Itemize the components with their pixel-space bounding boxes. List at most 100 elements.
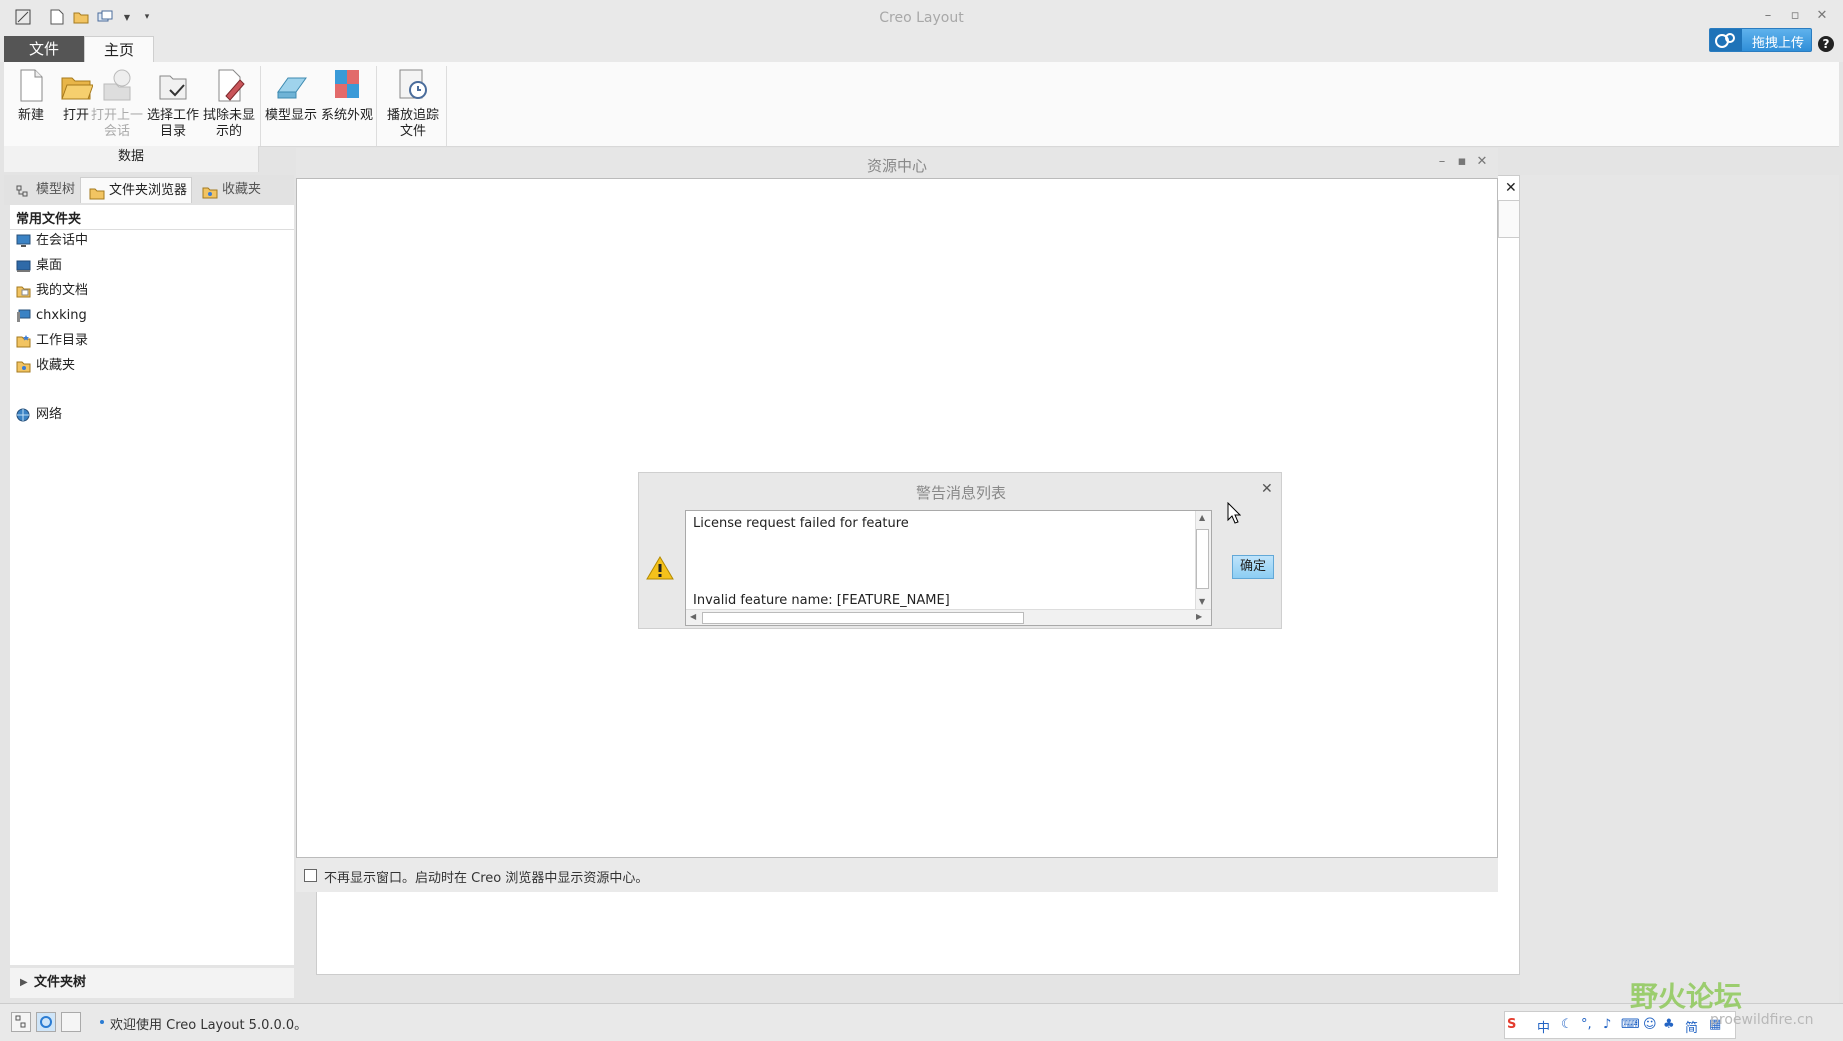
warning-dialog-title: 警告消息列表 [915, 484, 1006, 502]
play-trail-file-button[interactable]: 播放追踪文件 [386, 66, 440, 140]
monitor-icon [16, 234, 31, 248]
ribbon-group-label: 数据 [4, 146, 259, 172]
horizontal-scrollbar[interactable]: ◀ ▶ [686, 609, 1211, 625]
vertical-scrollbar[interactable]: ▲ ▼ [1195, 511, 1211, 611]
punctuation-icon[interactable]: °, [1581, 1017, 1592, 1032]
close-icon[interactable]: ✕ [1472, 154, 1492, 172]
work-dir-icon [156, 66, 190, 104]
warning-message-line: License request failed for feature [693, 516, 909, 531]
folder-item-favorites[interactable]: 收藏夹 [16, 355, 75, 377]
resource-center-titlebar: 资源中心 – ▪ ✕ [296, 148, 1498, 178]
erase-not-displayed-button[interactable]: 拭除未显示的 [202, 66, 256, 140]
skin-icon[interactable]: ☺ [1643, 1017, 1657, 1032]
tab-folder-browser[interactable]: 文件夹浏览器 [80, 177, 192, 203]
sogou-logo-icon: S [1507, 1017, 1517, 1032]
minimize-icon[interactable]: – [1758, 8, 1778, 26]
model-display-button[interactable]: 模型显示 [264, 66, 318, 124]
minimize-icon[interactable]: – [1432, 154, 1452, 172]
folder-item-in-session[interactable]: 在会话中 [16, 230, 88, 252]
folder-item-computer[interactable]: chxking [16, 305, 87, 327]
folder-item-desktop[interactable]: 桌面 [16, 255, 62, 277]
maximize-icon[interactable]: ▪ [1452, 154, 1472, 172]
system-appearance-icon [330, 66, 364, 104]
system-appearance-button[interactable]: 系统外观 [320, 66, 374, 124]
watermark-logo: 野火论坛 [1630, 980, 1743, 1013]
folder-tree-toggle[interactable]: ▶ 文件夹树 [10, 968, 294, 998]
folder-item-work-directory[interactable]: 工作目录 [16, 330, 88, 352]
close-browser-icon[interactable]: ✕ [1505, 180, 1517, 196]
maximize-icon[interactable]: ▫ [1785, 8, 1805, 26]
keyboard-icon[interactable]: ⌨ [1621, 1017, 1640, 1032]
warning-message-box[interactable]: License request failed for feature Inval… [685, 510, 1212, 626]
model-display-icon [274, 66, 308, 104]
shirt-icon[interactable]: ♣ [1663, 1017, 1675, 1032]
warning-dialog: 警告消息列表 ✕ License request failed for feat… [638, 472, 1282, 629]
new-label: 新建 [17, 108, 44, 123]
dont-show-checkbox[interactable] [304, 869, 317, 882]
resource-center-title: 资源中心 [866, 157, 927, 175]
favorites-icon [202, 183, 218, 199]
close-icon[interactable]: ✕ [1812, 8, 1832, 26]
folder-item-documents[interactable]: 我的文档 [16, 280, 88, 302]
favorites-icon [16, 359, 31, 373]
watermark-url: proewildfire.cn [1710, 1012, 1814, 1028]
folder-item-network[interactable]: 网络 [16, 404, 62, 426]
tab-model-tree[interactable]: 模型树 [8, 177, 80, 203]
system-appearance-label: 系统外观 [320, 108, 373, 123]
microphone-icon[interactable]: ♪ [1603, 1017, 1611, 1032]
ribbon-separator [446, 66, 447, 146]
folder-item-label: 我的文档 [36, 283, 89, 298]
tab-home[interactable]: 主页 [84, 36, 154, 62]
folder-item-label: chxking [36, 308, 87, 323]
moon-icon[interactable]: ☾ [1561, 1017, 1573, 1032]
scroll-right-icon[interactable]: ▶ [1196, 612, 1202, 621]
upload-button[interactable]: 拖拽上传 [1709, 28, 1812, 52]
title-bar: ▼ ▾ Creo Layout – ▫ ✕ [0, 0, 1843, 36]
common-folders-header: 常用文件夹 [16, 212, 82, 227]
network-icon [16, 408, 31, 422]
ribbon-tabs: 文件 主页 [0, 36, 1843, 62]
mouse-cursor-icon [1227, 501, 1242, 524]
model-tree-toggle-icon[interactable] [11, 1012, 31, 1032]
open-last-session-label: 打开上一会话 [90, 108, 143, 139]
ok-button[interactable]: 确定 [1232, 555, 1274, 579]
expand-arrow-icon: ▶ [20, 977, 28, 988]
new-document-icon [14, 66, 48, 104]
play-trail-file-label: 播放追踪文件 [386, 108, 439, 139]
ime-mode-chinese[interactable]: 中 [1537, 1017, 1550, 1036]
ime-toolbar[interactable]: S 中 ☾ °, ♪ ⌨ ☺ ♣ 简 ▦ [1504, 1011, 1736, 1039]
scroll-left-icon[interactable]: ◀ [690, 612, 696, 621]
upload-label: 拖拽上传 [1752, 36, 1805, 51]
tab-favorites[interactable]: 收藏夹 [194, 177, 270, 203]
new-button[interactable]: 新建 [4, 66, 58, 124]
dont-show-label: 不再显示窗口。启动时在 Creo 浏览器中显示资源中心。 [324, 871, 649, 886]
full-screen-icon[interactable] [61, 1012, 81, 1032]
close-icon[interactable]: ✕ [1261, 481, 1273, 497]
work-folder-icon [16, 334, 31, 348]
navigator-tabs: 模型树 文件夹浏览器 收藏夹 [4, 175, 294, 205]
browser-toggle-icon[interactable] [36, 1012, 56, 1032]
folder-browser-panel: 常用文件夹 在会话中 桌面 我的文档 chxking 工作目录 收藏夹 网络 [10, 205, 294, 965]
scroll-down-icon[interactable]: ▼ [1199, 597, 1205, 606]
ribbon-separator [376, 66, 377, 146]
computer-icon [16, 309, 31, 323]
erase-not-displayed-label: 拭除未显示的 [202, 108, 255, 139]
resource-center-footer: 不再显示窗口。启动时在 Creo 浏览器中显示资源中心。 [296, 858, 1498, 892]
open-last-session-button[interactable]: 打开上一会话 [90, 66, 144, 140]
scroll-up-icon[interactable]: ▲ [1199, 513, 1205, 522]
folder-item-label: 收藏夹 [36, 358, 76, 373]
warning-message-line: Invalid feature name: [FEATURE_NAME] [693, 593, 950, 608]
ribbon-separator [260, 66, 261, 146]
scrollbar-thumb[interactable] [1196, 529, 1209, 589]
ime-simplified[interactable]: 简 [1685, 1017, 1698, 1036]
cloud-upload-icon [1710, 29, 1742, 51]
tab-model-tree-label: 模型树 [36, 182, 76, 197]
scrollbar-thumb[interactable] [702, 612, 1024, 624]
tab-file[interactable]: 文件 [4, 36, 84, 62]
help-icon[interactable]: ? [1818, 36, 1834, 52]
right-panel [1520, 175, 1839, 1005]
eraser-icon [212, 66, 246, 104]
session-icon [100, 66, 134, 104]
model-display-label: 模型显示 [264, 108, 317, 123]
select-work-dir-button[interactable]: 选择工作目录 [146, 66, 200, 140]
